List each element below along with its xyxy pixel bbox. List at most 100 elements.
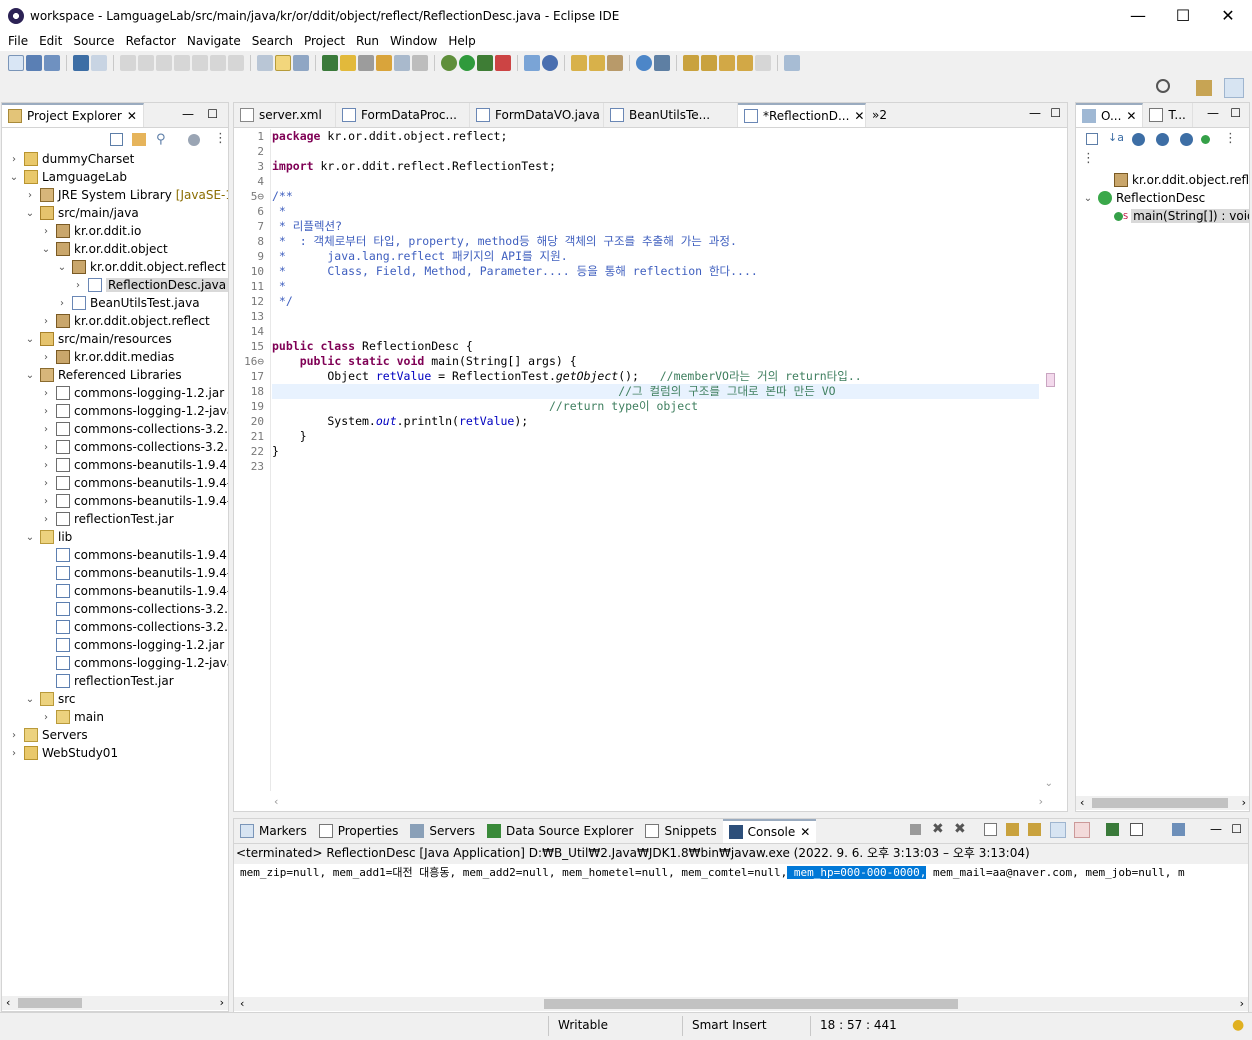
tree-item[interactable]: › commons-beanutils-1.9.4-sc — [2, 492, 228, 510]
toggle-mark-occurrences-icon[interactable] — [257, 55, 273, 71]
tree-item[interactable]: commons-beanutils-1.9.4-ja — [2, 564, 228, 582]
menu-navigate[interactable]: Navigate — [183, 34, 245, 48]
menu-file[interactable]: File — [4, 34, 32, 48]
explorer-hscroll[interactable]: ‹ › — [2, 996, 228, 1010]
minimize-view-icon[interactable]: — — [1207, 106, 1219, 120]
tree-item[interactable]: commons-logging-1.2.jar — [2, 636, 228, 654]
minimize-view-icon[interactable]: — — [182, 107, 194, 121]
hide-static-icon[interactable] — [1156, 133, 1169, 146]
chevron-right-icon[interactable]: › — [40, 226, 52, 237]
menu-help[interactable]: Help — [444, 34, 479, 48]
tree-item[interactable]: ⌄ src — [2, 690, 228, 708]
tree-item[interactable]: › kr.or.ddit.medias — [2, 348, 228, 366]
coverage-icon[interactable] — [477, 55, 493, 71]
chevron-down-icon[interactable]: ⌄ — [24, 370, 36, 381]
minimize-button[interactable]: — — [1115, 0, 1161, 31]
chevron-right-icon[interactable]: › — [40, 712, 52, 723]
tree-item[interactable]: commons-collections-3.2.2- — [2, 618, 228, 636]
tab-data-source-explorer[interactable]: Data Source Explorer — [481, 819, 639, 843]
chevron-right-icon[interactable]: › — [40, 388, 52, 399]
tree-item[interactable]: ⌄ LamguageLab — [2, 168, 228, 186]
tip-bulb-icon[interactable]: ● — [1232, 1017, 1244, 1033]
tree-item[interactable]: › commons-beanutils-1.9.4-ja — [2, 474, 228, 492]
pin-console-icon[interactable] — [1106, 823, 1119, 836]
view-menu-icon[interactable]: ⋮ — [214, 131, 227, 146]
editor-tab[interactable]: *ReflectionD... ✕ — [738, 103, 866, 127]
open-type-icon[interactable] — [340, 55, 356, 71]
remove-launch-icon[interactable]: ✖ — [932, 821, 944, 837]
open-perspective-icon[interactable] — [1196, 80, 1212, 96]
minimize-editor-icon[interactable]: — — [1029, 106, 1041, 120]
chevron-down-icon[interactable]: ⌄ — [40, 244, 52, 255]
editor-tab[interactable]: FormDataVO.java — [470, 103, 604, 127]
tree-item[interactable]: reflectionTest.jar — [2, 672, 228, 690]
menu-source[interactable]: Source — [69, 34, 118, 48]
chevron-right-icon[interactable]: › — [40, 478, 52, 489]
close-window-button[interactable]: ✕ — [1205, 0, 1251, 31]
run-icon[interactable] — [459, 55, 475, 71]
tab-servers[interactable]: Servers — [404, 819, 481, 843]
chevron-down-icon[interactable]: ⌄ — [24, 208, 36, 219]
tree-item[interactable]: › kr.or.ddit.object.reflect — [2, 312, 228, 330]
menu-run[interactable]: Run — [352, 34, 383, 48]
wand-icon[interactable] — [607, 55, 623, 71]
vscroll-down-icon[interactable]: ⌄ — [1045, 778, 1053, 789]
open-task-icon[interactable] — [376, 55, 392, 71]
search-icon[interactable] — [1156, 79, 1170, 93]
tree-item[interactable]: commons-beanutils-1.9.4.jar — [2, 546, 228, 564]
clear-console-icon[interactable] — [984, 823, 997, 836]
search-toolbar-icon[interactable] — [358, 55, 374, 71]
tree-item[interactable]: ⌄ kr.or.ddit.object — [2, 240, 228, 258]
pilcrow-icon[interactable] — [412, 55, 428, 71]
chevron-right-icon[interactable]: › — [40, 496, 52, 507]
next-annotation-icon[interactable] — [683, 55, 699, 71]
editor-tab[interactable]: BeanUtilsTe... — [604, 103, 738, 127]
tab-console[interactable]: Console ✕ — [722, 819, 817, 843]
tree-item[interactable]: kr.or.ddit.object.reflect — [1076, 171, 1249, 189]
code-text-area[interactable]: package kr.or.ddit.object.reflect; impor… — [272, 129, 1039, 791]
menu-search[interactable]: Search — [248, 34, 297, 48]
tree-item[interactable]: ⌄ ReflectionDesc — [1076, 189, 1249, 207]
last-edit-icon[interactable] — [719, 55, 735, 71]
show-on-stderr-icon[interactable] — [1074, 822, 1090, 838]
chevron-down-icon[interactable]: ⌄ — [1082, 193, 1094, 204]
minimize-view-icon[interactable]: — — [1210, 822, 1222, 836]
open-console-menu-icon[interactable] — [1172, 823, 1185, 836]
tab-properties[interactable]: Properties — [313, 819, 405, 843]
hide-local-types-icon[interactable] — [1201, 135, 1210, 144]
tree-item[interactable]: › commons-beanutils-1.9.4.jar — [2, 456, 228, 474]
menu-window[interactable]: Window — [386, 34, 441, 48]
tab-project-explorer[interactable]: Project Explorer ✕ — [2, 103, 144, 127]
toggle-block-selection-icon[interactable] — [275, 55, 291, 71]
chevron-right-icon[interactable]: › — [40, 352, 52, 363]
tree-item[interactable]: ⌄ kr.or.ddit.object.reflect — [2, 258, 228, 276]
web-service-icon[interactable] — [654, 55, 670, 71]
collapse-all-icon[interactable] — [1086, 133, 1098, 145]
tree-item[interactable]: › commons-logging-1.2-javad — [2, 402, 228, 420]
hide-non-public-icon[interactable] — [1180, 133, 1193, 146]
new-java-project-icon[interactable] — [322, 55, 338, 71]
new-server-icon[interactable] — [524, 55, 540, 71]
tree-item[interactable]: commons-logging-1.2-javad — [2, 654, 228, 672]
chevron-right-icon[interactable]: › — [8, 730, 20, 741]
chevron-right-icon[interactable]: › — [40, 316, 52, 327]
overview-ruler-marker[interactable] — [1046, 373, 1055, 387]
debug-icon[interactable] — [441, 55, 457, 71]
tree-item[interactable]: › JRE System Library[JavaSE-1.8] — [2, 186, 228, 204]
chevron-down-icon[interactable]: ⌄ — [24, 334, 36, 345]
console-hscroll[interactable]: ‹ › — [234, 997, 1248, 1011]
show-whitespace-icon[interactable] — [293, 55, 309, 71]
tree-item[interactable]: ⌄ src/main/java — [2, 204, 228, 222]
close-icon[interactable]: ✕ — [854, 109, 864, 123]
open-console-icon[interactable] — [394, 55, 410, 71]
close-icon[interactable]: ✕ — [800, 825, 810, 839]
link-with-editor-icon[interactable] — [132, 133, 146, 146]
remove-all-launches-icon[interactable]: ✖ — [954, 821, 966, 837]
tab-task-list[interactable]: T... — [1143, 103, 1193, 127]
show-on-stdout-icon[interactable] — [1050, 822, 1066, 838]
display-console-icon[interactable] — [1130, 823, 1143, 836]
terminate-console-icon[interactable] — [910, 824, 921, 835]
chevron-right-icon[interactable]: › — [40, 442, 52, 453]
chevron-down-icon[interactable]: ⌄ — [24, 694, 36, 705]
tree-item[interactable]: › main — [2, 708, 228, 726]
